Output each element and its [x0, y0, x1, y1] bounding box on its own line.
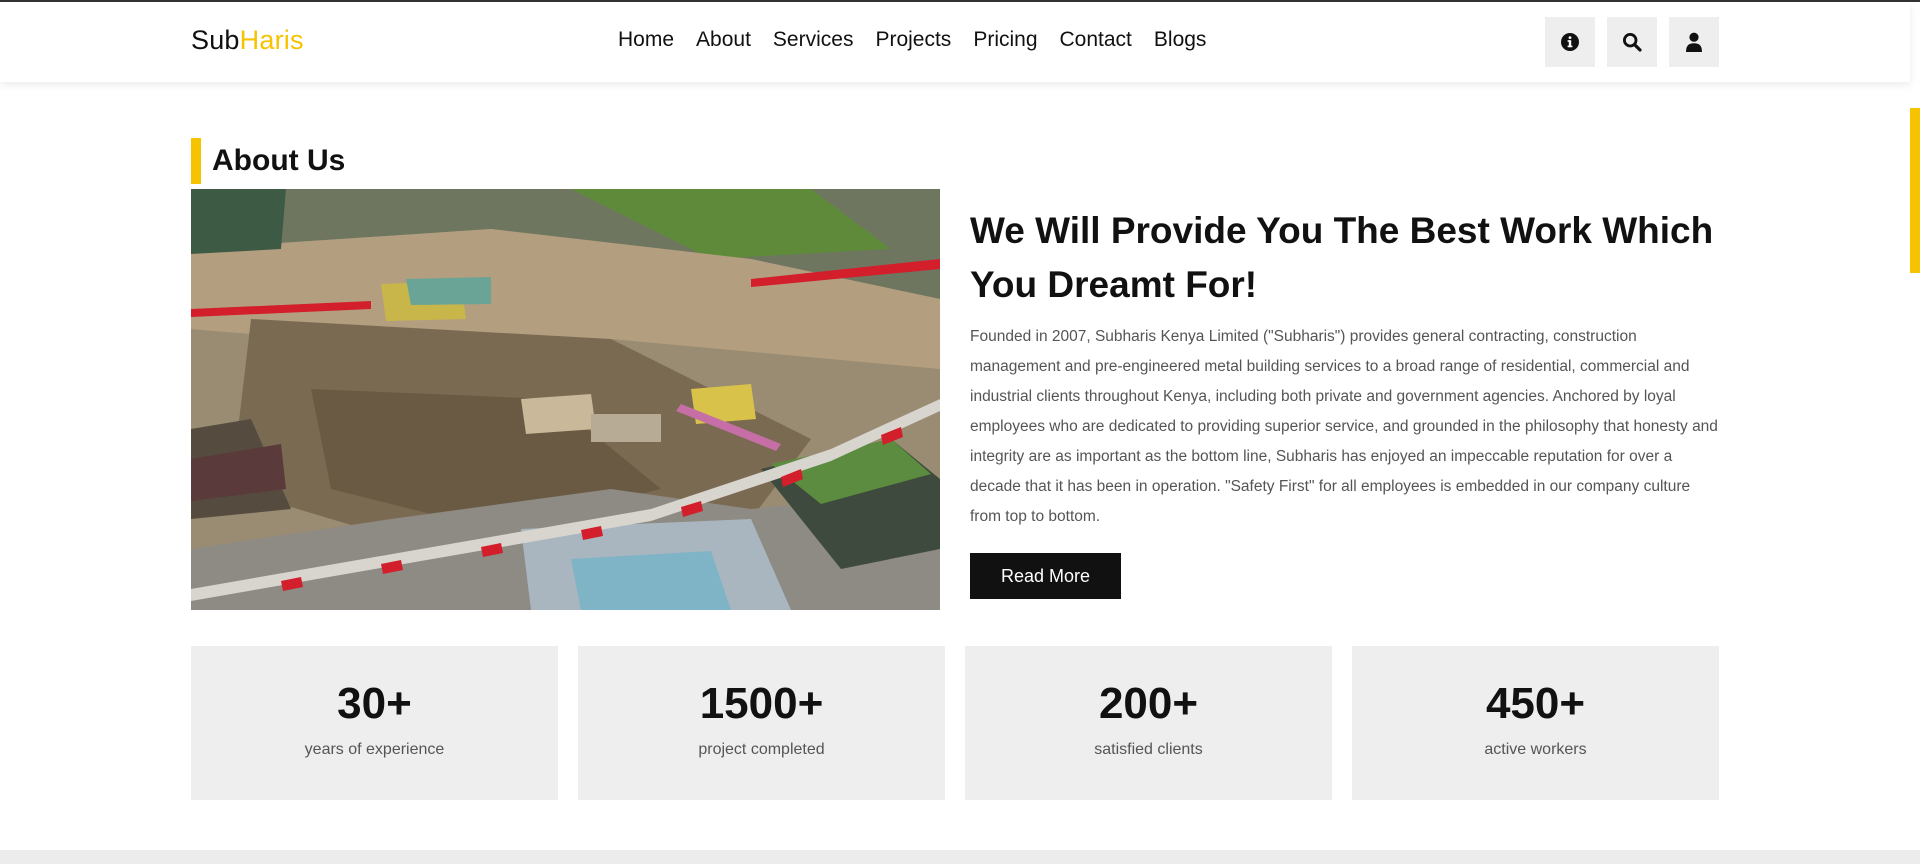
about-description: Founded in 2007, Subharis Kenya Limited … — [970, 328, 1718, 525]
stat-value: 1500+ — [699, 679, 824, 728]
stats-row: 30+ years of experience 1500+ project co… — [191, 646, 1719, 800]
stat-card: 450+ active workers — [1352, 646, 1719, 800]
stat-label: years of experience — [304, 741, 445, 758]
stat-label: satisfied clients — [1094, 741, 1203, 758]
nav-pricing[interactable]: Pricing — [973, 28, 1037, 52]
stat-value: 450+ — [1485, 679, 1586, 728]
construction-site-image — [191, 189, 940, 610]
user-icon — [1686, 32, 1702, 52]
nav-projects[interactable]: Projects — [875, 28, 951, 52]
stat-card: 1500+ project completed — [578, 646, 945, 800]
about-headline: We Will Provide You The Best Work Which … — [970, 210, 1714, 305]
nav-services[interactable]: Services — [773, 28, 854, 52]
stat-card: 30+ years of experience — [191, 646, 558, 800]
read-more-button[interactable]: Read More — [970, 553, 1121, 599]
info-icon — [1561, 33, 1579, 51]
nav-home[interactable]: Home — [618, 28, 674, 52]
brand-logo[interactable]: SubHaris — [191, 25, 304, 56]
stat-label: active workers — [1484, 741, 1587, 758]
stat-card: 200+ satisfied clients — [965, 646, 1332, 800]
search-icon — [1622, 32, 1642, 52]
stat-value: 200+ — [1098, 679, 1199, 728]
stat-value: 30+ — [337, 679, 412, 728]
stat-label: project completed — [698, 741, 825, 758]
site-header: SubHaris Home About Services Projects Pr… — [0, 2, 1910, 82]
header-icon-buttons — [1545, 17, 1719, 67]
main-nav: Home About Services Projects Pricing Con… — [618, 28, 1206, 52]
search-button[interactable] — [1607, 17, 1657, 67]
nav-about[interactable]: About — [696, 28, 751, 52]
info-button[interactable] — [1545, 17, 1595, 67]
account-button[interactable] — [1669, 17, 1719, 67]
scroll-indicator[interactable] — [1910, 108, 1920, 273]
nav-blogs[interactable]: Blogs — [1154, 28, 1207, 52]
nav-contact[interactable]: Contact — [1060, 28, 1132, 52]
brand-name-part1: Sub — [191, 25, 240, 55]
next-section-edge — [0, 850, 1920, 864]
section-title: About Us — [191, 137, 345, 184]
brand-name-part2: Haris — [239, 25, 304, 55]
